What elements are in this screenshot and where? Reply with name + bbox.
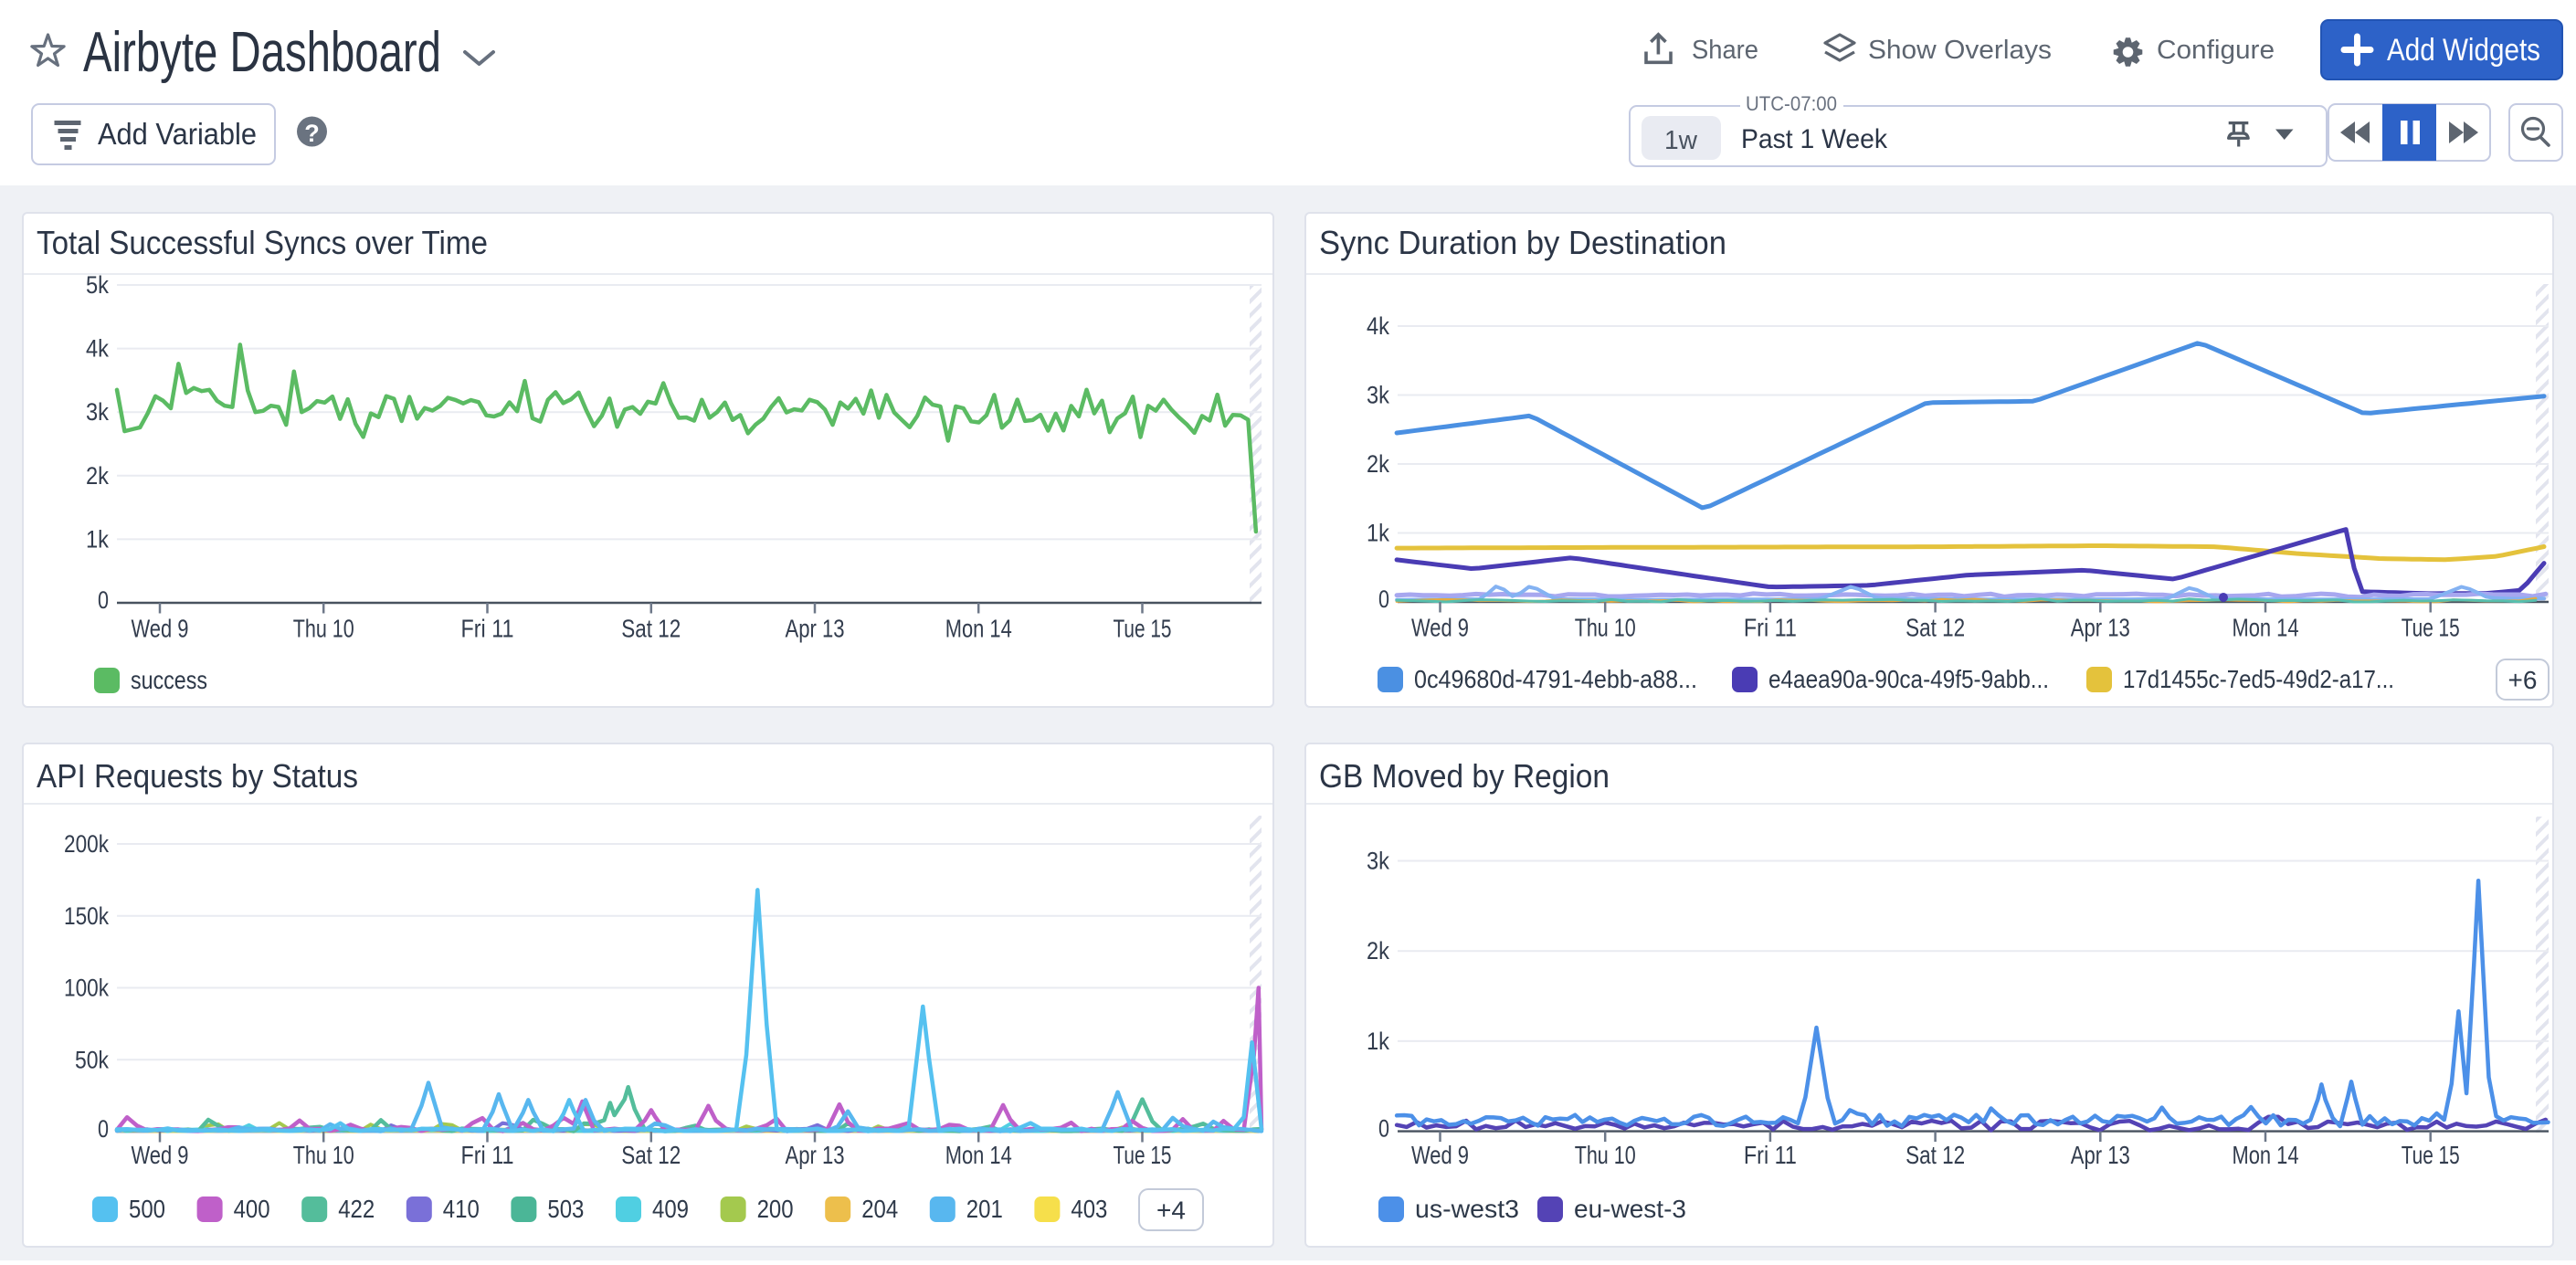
svg-text:1k: 1k (1367, 1028, 1389, 1055)
svg-text:Wed 9: Wed 9 (1411, 1141, 1469, 1169)
svg-text:400: 400 (234, 1195, 270, 1223)
svg-text:200: 200 (757, 1195, 794, 1223)
svg-text:Wed 9: Wed 9 (132, 615, 189, 643)
svg-text:Mon 14: Mon 14 (2233, 614, 2299, 642)
svg-text:1k: 1k (1367, 520, 1389, 547)
svg-text:4k: 4k (86, 335, 109, 363)
svg-text:+6: +6 (2508, 666, 2538, 694)
svg-text:UTC-07:00: UTC-07:00 (1746, 92, 1837, 115)
svg-text:201: 201 (966, 1195, 1003, 1223)
svg-text:0: 0 (1378, 585, 1389, 613)
svg-text:0: 0 (98, 1115, 109, 1143)
svg-text:+4: +4 (1156, 1196, 1186, 1225)
svg-text:Share: Share (1692, 36, 1758, 65)
svg-text:200k: 200k (64, 830, 109, 858)
svg-text:Sync Duration by Destination: Sync Duration by Destination (1319, 224, 1726, 261)
svg-text:4k: 4k (1367, 312, 1389, 340)
svg-text:Tue 15: Tue 15 (1114, 615, 1172, 643)
svg-text:Sat 12: Sat 12 (621, 1141, 681, 1169)
svg-text:Fri 11: Fri 11 (461, 1141, 514, 1169)
svg-text:2k: 2k (1367, 450, 1389, 478)
svg-text:Mon 14: Mon 14 (945, 615, 1012, 643)
svg-text:3k: 3k (86, 398, 109, 426)
svg-text:50k: 50k (75, 1046, 109, 1073)
svg-text:Mon 14: Mon 14 (945, 1141, 1012, 1169)
svg-text:Apr 13: Apr 13 (786, 615, 845, 643)
svg-text:Past 1 Week: Past 1 Week (1741, 124, 1888, 154)
svg-text:Sat 12: Sat 12 (1906, 1141, 1965, 1169)
svg-text:Airbyte Dashboard: Airbyte Dashboard (83, 21, 441, 84)
svg-text:3k: 3k (1367, 382, 1389, 409)
svg-text:150k: 150k (64, 902, 109, 930)
svg-text:Sat 12: Sat 12 (621, 615, 681, 643)
svg-text:Configure: Configure (2157, 36, 2275, 65)
svg-text:204: 204 (861, 1195, 898, 1223)
svg-text:Tue 15: Tue 15 (1114, 1141, 1172, 1169)
svg-text:API Requests by Status: API Requests by Status (37, 757, 358, 795)
svg-text:Thu 10: Thu 10 (293, 615, 354, 643)
svg-text:GB Moved by Region: GB Moved by Region (1319, 757, 1610, 795)
svg-text:2k: 2k (86, 462, 109, 490)
svg-text:Thu 10: Thu 10 (1575, 1141, 1636, 1169)
svg-text:2k: 2k (1367, 937, 1389, 965)
svg-text:Fri 11: Fri 11 (461, 615, 514, 643)
svg-text:Wed 9: Wed 9 (132, 1141, 189, 1169)
svg-text:500: 500 (129, 1195, 165, 1223)
svg-text:Thu 10: Thu 10 (1575, 614, 1636, 642)
svg-text:100k: 100k (64, 975, 109, 1002)
svg-text:1k: 1k (86, 525, 109, 553)
svg-text:Apr 13: Apr 13 (2071, 614, 2130, 642)
svg-text:e4aea90a-90ca-49f5-9abb...: e4aea90a-90ca-49f5-9abb... (1768, 665, 2049, 693)
svg-text:success: success (131, 666, 207, 694)
svg-text:Add Widgets: Add Widgets (2387, 33, 2540, 68)
svg-text:Fri 11: Fri 11 (1744, 614, 1797, 642)
svg-text:Apr 13: Apr 13 (2071, 1141, 2130, 1169)
svg-text:403: 403 (1071, 1195, 1107, 1223)
svg-text:Add Variable: Add Variable (98, 117, 257, 151)
svg-text:Mon 14: Mon 14 (2233, 1141, 2299, 1169)
svg-text:?: ? (304, 120, 320, 147)
svg-text:Apr 13: Apr 13 (786, 1141, 845, 1169)
svg-text:409: 409 (652, 1195, 689, 1223)
svg-text:Sat 12: Sat 12 (1906, 614, 1965, 642)
svg-text:eu-west-3: eu-west-3 (1574, 1195, 1686, 1223)
svg-text:0c49680d-4791-4ebb-a88...: 0c49680d-4791-4ebb-a88... (1414, 665, 1697, 693)
svg-text:17d1455c-7ed5-49d2-a17...: 17d1455c-7ed5-49d2-a17... (2123, 665, 2394, 693)
svg-text:1w: 1w (1664, 126, 1698, 155)
svg-text:Show Overlays: Show Overlays (1868, 36, 2052, 65)
svg-text:422: 422 (338, 1195, 375, 1223)
svg-text:503: 503 (547, 1195, 584, 1223)
svg-text:0: 0 (98, 586, 109, 614)
svg-text:Total Successful Syncs over Ti: Total Successful Syncs over Time (37, 224, 488, 261)
svg-text:us-west3: us-west3 (1415, 1195, 1519, 1223)
svg-text:5k: 5k (86, 271, 109, 299)
svg-text:Fri 11: Fri 11 (1744, 1141, 1797, 1169)
svg-text:3k: 3k (1367, 848, 1389, 875)
svg-text:Tue 15: Tue 15 (2402, 614, 2460, 642)
svg-text:410: 410 (443, 1195, 480, 1223)
svg-text:Wed 9: Wed 9 (1411, 614, 1469, 642)
svg-text:Thu 10: Thu 10 (293, 1141, 354, 1169)
svg-text:0: 0 (1378, 1115, 1389, 1143)
svg-text:Tue 15: Tue 15 (2402, 1141, 2460, 1169)
